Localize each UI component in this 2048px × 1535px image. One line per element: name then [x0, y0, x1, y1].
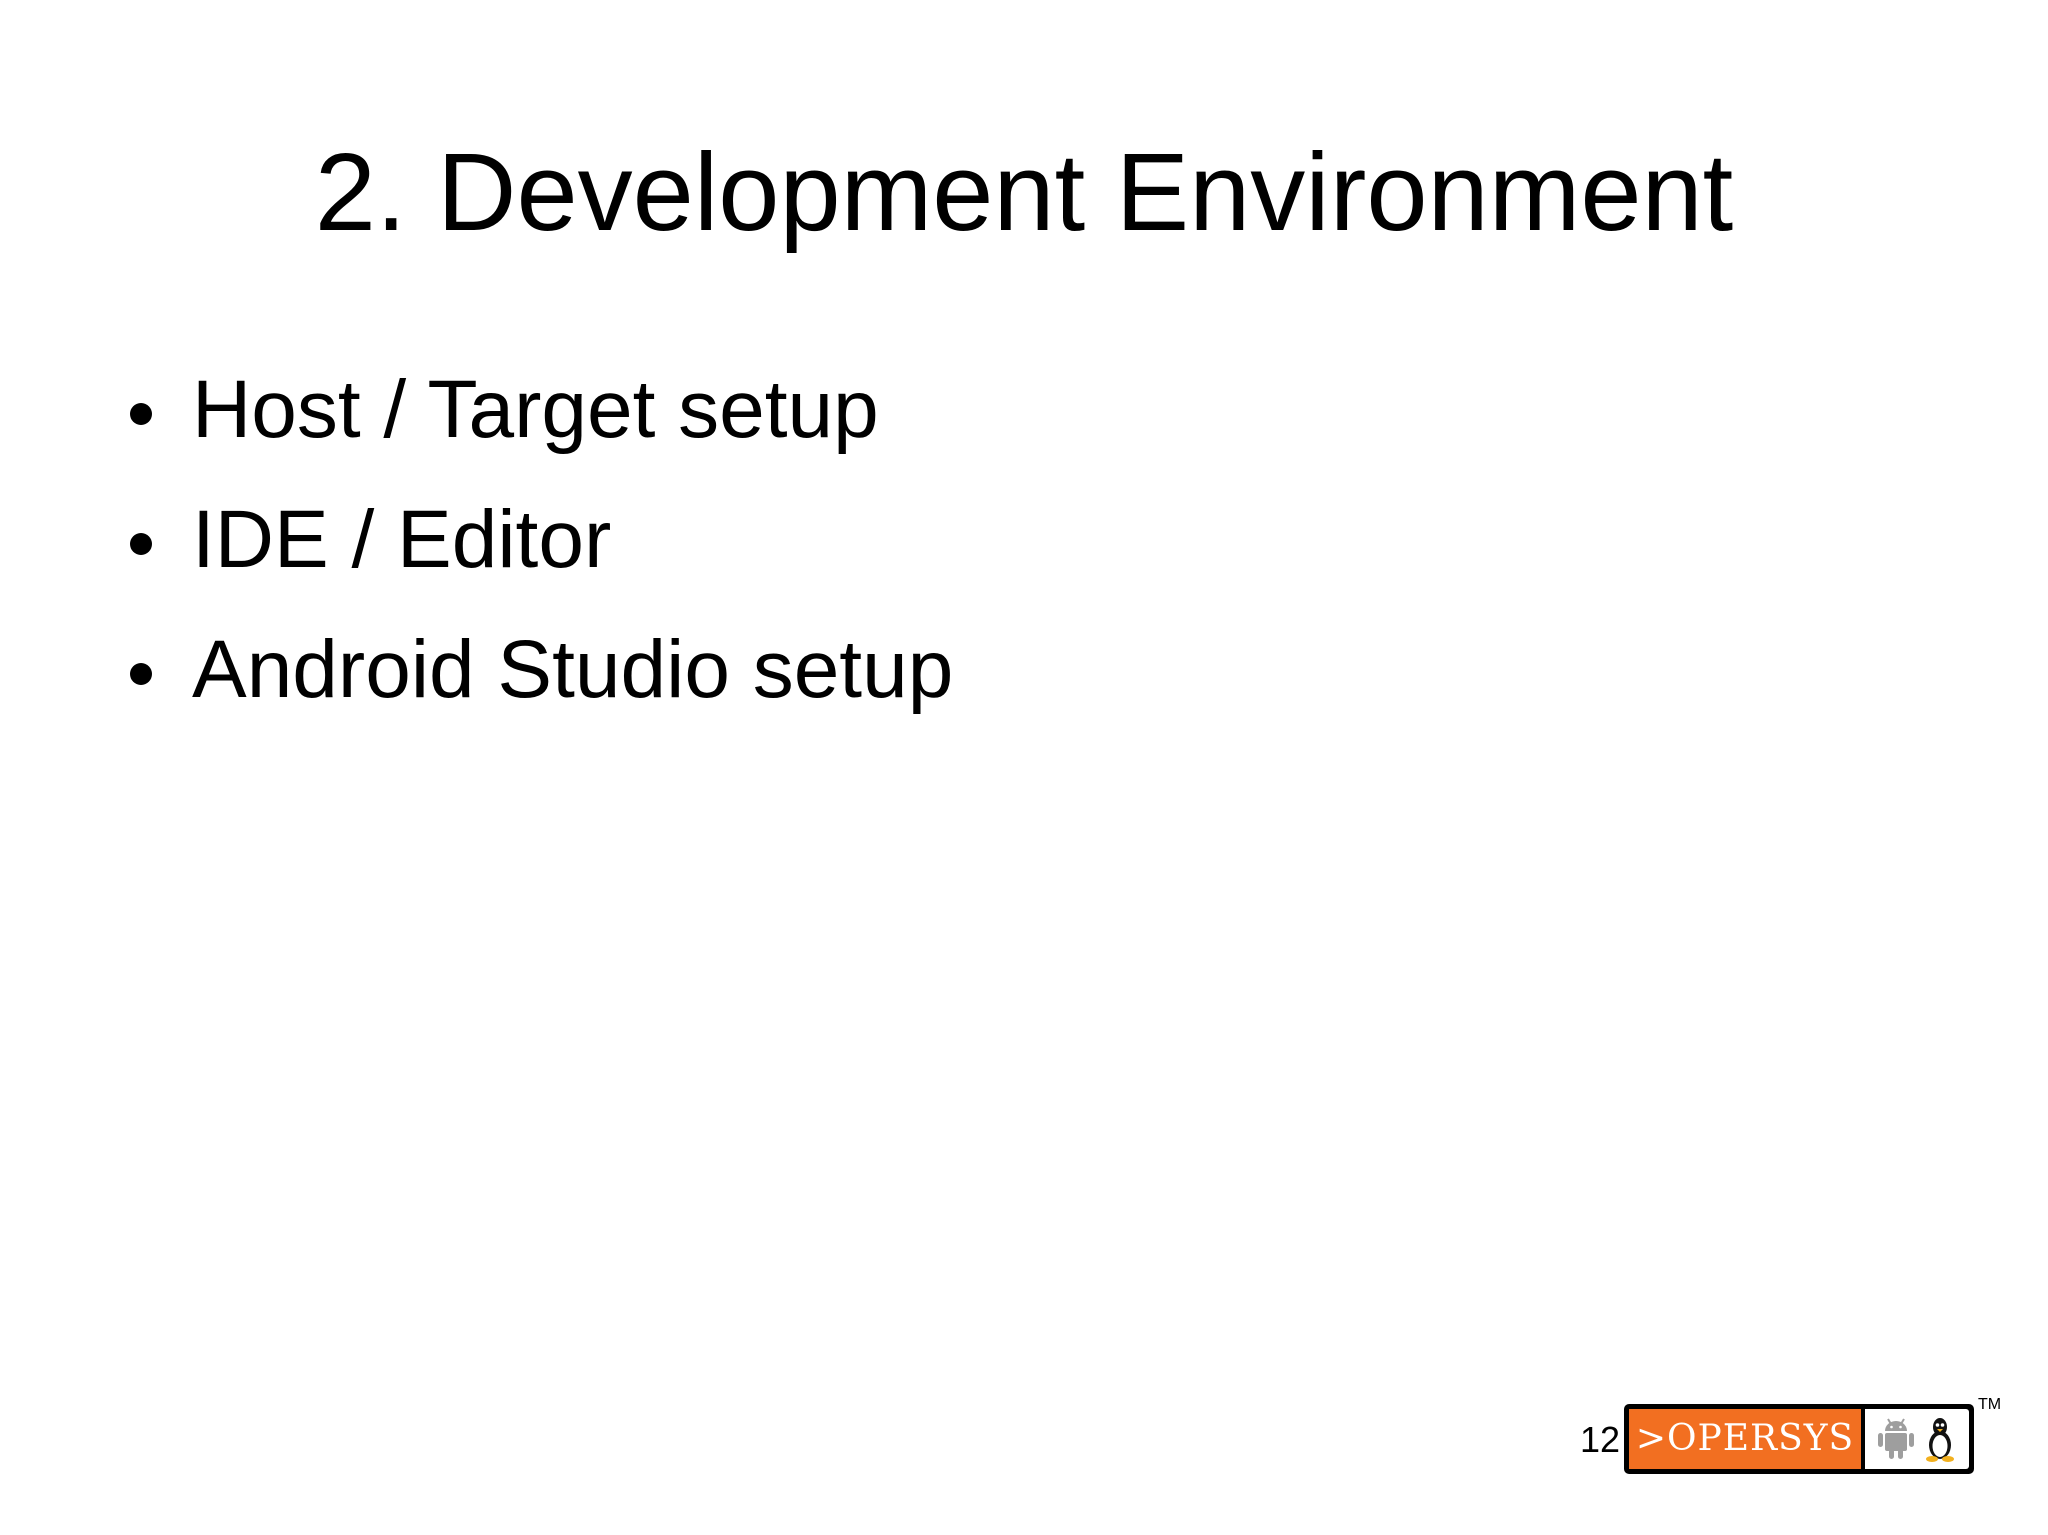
bullet-text: IDE / Editor [192, 494, 612, 585]
android-icon [1878, 1418, 1914, 1459]
slide-title: 2. Development Environment [314, 131, 1734, 254]
logo-icon-panel [1865, 1409, 1969, 1469]
bullet-text: Android Studio setup [192, 624, 954, 715]
opersys-logo: >OPERSYS [1624, 1404, 1974, 1474]
logo-wordmark: >OPERSYS [1629, 1409, 1861, 1469]
tux-penguin-icon [1926, 1418, 1954, 1462]
bullet-dot-icon [130, 533, 152, 555]
bullet-dot-icon [130, 663, 152, 685]
page-number: 12 [1579, 1419, 1620, 1460]
bullet-text: Host / Target setup [192, 364, 879, 455]
bullet-dot-icon [130, 403, 152, 425]
trademark-symbol: TM [1978, 1396, 2002, 1413]
